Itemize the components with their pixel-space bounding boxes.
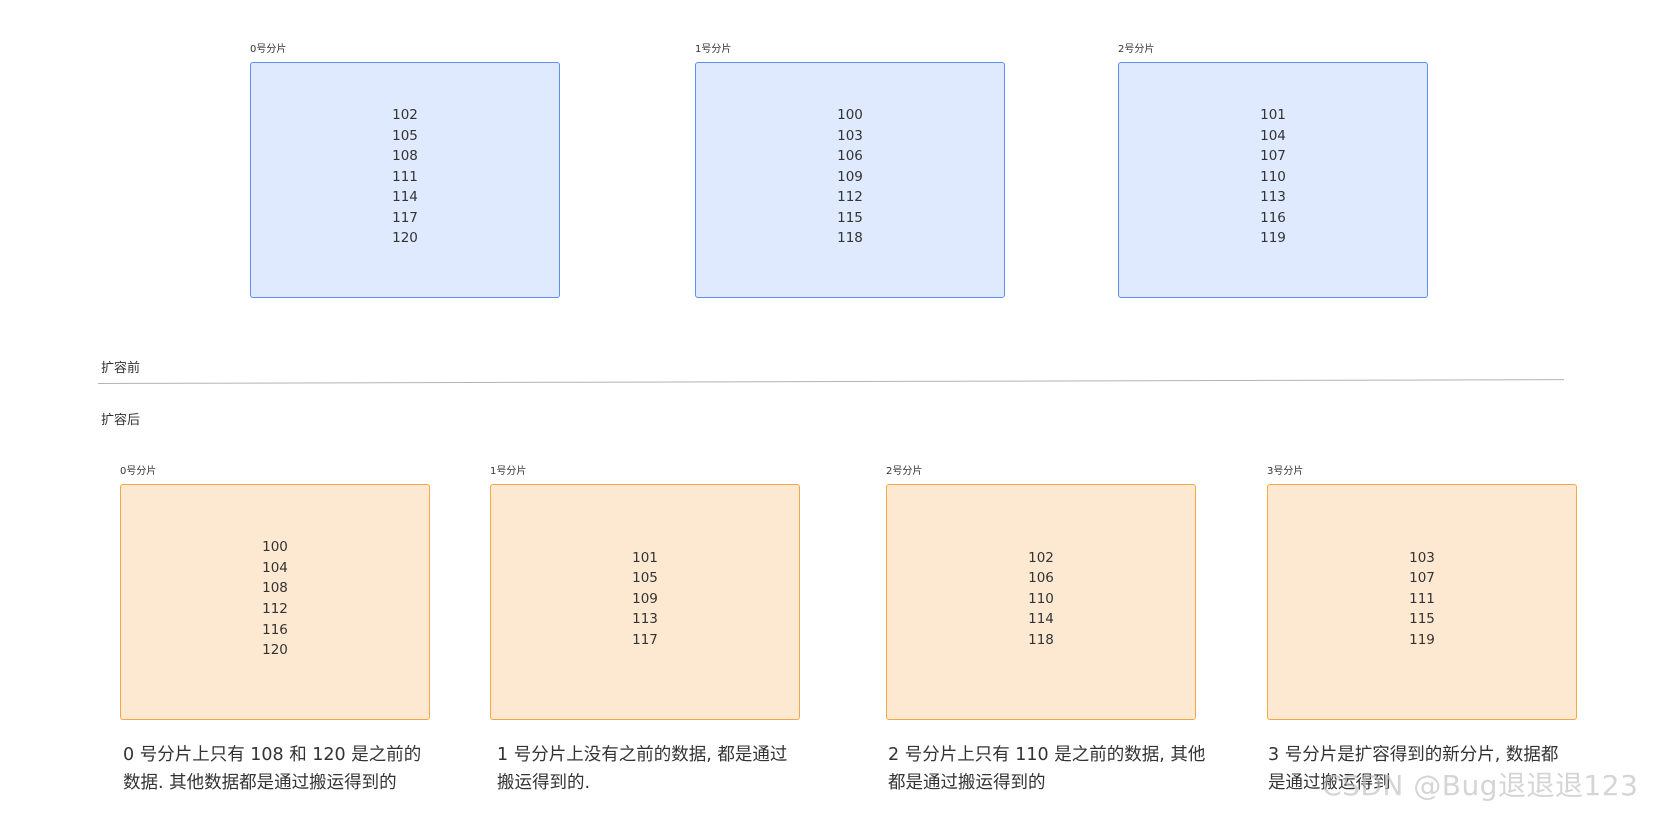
before-shard-1-value: 106 (837, 148, 863, 165)
after-shard-1-value: 117 (632, 631, 658, 648)
before-shard-0-value: 111 (392, 168, 418, 185)
note-shard-1-line1: 1 号分片上没有之前的数据, 都是通过 (497, 745, 788, 765)
before-shard-1-value: 112 (837, 189, 863, 206)
before-shard-0-value: 114 (392, 189, 418, 206)
note-shard-2-line2: 都是通过搬运得到的 (888, 773, 1046, 793)
note-shard-2-line1: 2 号分片上只有 110 是之前的数据, 其他 (888, 745, 1206, 765)
after-shard-1-label: 1号分片 (490, 466, 527, 477)
before-shard-0-label: 0号分片 (250, 44, 287, 55)
shard-values: 102 105 108 111 114 117 120 (392, 105, 418, 249)
note-shard-1-line2: 搬运得到的. (497, 773, 591, 793)
after-shard-0-value: 108 (262, 580, 288, 597)
after-shard-3-value: 119 (1409, 631, 1435, 648)
shard-values: 102 106 110 114 118 (1028, 548, 1054, 651)
before-shard-0-value: 102 (392, 106, 418, 123)
watermark: CSDN @Bug退退退123 (1322, 769, 1639, 802)
after-shard-0-value: 104 (262, 559, 288, 576)
after-shard-0-value: 120 (262, 642, 288, 659)
after-shard-0-value: 112 (262, 601, 288, 617)
after-shard-2-value: 106 (1028, 570, 1054, 587)
after-shard-0-value: 100 (262, 539, 288, 556)
note-shard-0-line2: 数据. 其他数据都是通过搬运得到的 (123, 773, 397, 793)
shard-values: 103 107 111 115 119 (1409, 548, 1435, 651)
before-section-label: 扩容前 (101, 361, 141, 376)
after-shard-3-label: 3号分片 (1267, 466, 1304, 477)
before-shard-2-value: 116 (1260, 209, 1286, 226)
before-shard-1-value: 100 (837, 106, 863, 123)
after-shard-1-value: 113 (632, 611, 658, 628)
note-shard-2: 2 号分片上只有 110 是之前的数据, 其他 都是通过搬运得到的 (888, 741, 1218, 797)
before-shard-2-value: 107 (1260, 148, 1286, 165)
before-shard-1-value: 115 (837, 209, 863, 226)
before-shard-1-value: 103 (837, 127, 863, 144)
section-divider (97, 379, 1564, 384)
before-shard-2-value: 113 (1260, 189, 1286, 206)
after-shard-0: 100 104 108 112 116 120 (120, 484, 430, 720)
after-shard-2: 102 106 110 114 118 (886, 484, 1196, 720)
after-shard-3-value: 103 (1409, 549, 1435, 566)
shard-values: 100 103 106 109 112 115 118 (837, 105, 863, 249)
after-shard-1-value: 105 (632, 570, 658, 587)
after-shard-3-value: 111 (1409, 590, 1435, 607)
shard-values: 100 104 108 112 116 120 (262, 537, 288, 661)
after-section-label: 扩容后 (101, 413, 141, 428)
note-shard-0: 0 号分片上只有 108 和 120 是之前的 数据. 其他数据都是通过搬运得到… (123, 741, 453, 797)
after-shard-2-value: 114 (1028, 611, 1054, 628)
before-shard-1: 100 103 106 109 112 115 118 (695, 62, 1005, 298)
before-shard-2-label: 2号分片 (1118, 44, 1155, 55)
note-shard-0-line1: 0 号分片上只有 108 和 120 是之前的 (123, 745, 422, 765)
before-shard-0-value: 105 (392, 127, 418, 144)
before-shard-0-value: 120 (392, 230, 418, 247)
before-shard-2-value: 110 (1260, 168, 1286, 185)
after-shard-2-value: 102 (1028, 549, 1054, 566)
before-shard-2-value: 104 (1260, 127, 1286, 144)
shard-values: 101 104 107 110 113 116 119 (1260, 105, 1286, 249)
note-shard-3-line1: 3 号分片是扩容得到的新分片, 数据都 (1268, 745, 1559, 765)
after-shard-0-label: 0号分片 (120, 466, 157, 477)
after-shard-3-value: 107 (1409, 570, 1435, 587)
after-shard-1-value: 101 (632, 549, 658, 566)
before-shard-0: 102 105 108 111 114 117 120 (250, 62, 560, 298)
before-shard-1-value: 109 (837, 168, 863, 185)
after-shard-0-value: 116 (262, 621, 288, 638)
before-shard-1-label: 1号分片 (695, 44, 732, 55)
before-shard-0-value: 117 (392, 209, 418, 226)
before-shard-1-value: 118 (837, 230, 863, 247)
after-shard-2-value: 110 (1028, 590, 1054, 607)
after-shard-3: 103 107 111 115 119 (1267, 484, 1577, 720)
after-shard-1: 101 105 109 113 117 (490, 484, 800, 720)
before-shard-2-value: 119 (1260, 230, 1286, 247)
after-shard-1-value: 109 (632, 590, 658, 607)
before-shard-2: 101 104 107 110 113 116 119 (1118, 62, 1428, 298)
before-shard-0-value: 108 (392, 148, 418, 165)
after-shard-2-value: 118 (1028, 631, 1054, 648)
note-shard-1: 1 号分片上没有之前的数据, 都是通过 搬运得到的. (497, 741, 827, 797)
after-shard-2-label: 2号分片 (886, 466, 923, 477)
after-shard-3-value: 115 (1409, 611, 1435, 628)
shard-values: 101 105 109 113 117 (632, 548, 658, 651)
before-shard-2-value: 101 (1260, 106, 1286, 123)
